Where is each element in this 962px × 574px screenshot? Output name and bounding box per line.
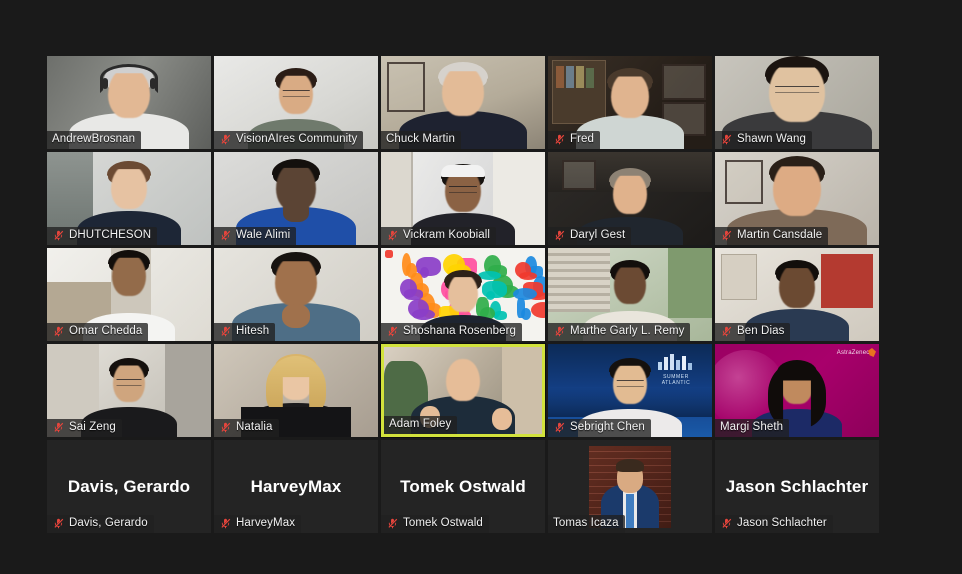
participant-tile[interactable]: Ben Dias bbox=[715, 248, 879, 341]
participant-name-label: Adam Foley bbox=[389, 418, 452, 430]
participant-tile[interactable]: Jason Schlachter Jason Schlachter bbox=[715, 440, 879, 533]
participant-name-label: Chuck Martin bbox=[386, 133, 455, 145]
participant-tile[interactable]: HarveyMax HarveyMax bbox=[214, 440, 378, 533]
name-plate: VisionAIres Community bbox=[214, 131, 364, 149]
participant-name-label: Hitesh bbox=[236, 325, 270, 337]
participant-name-label: Jason Schlachter bbox=[737, 517, 827, 529]
name-plate: Margi Sheth bbox=[715, 419, 790, 437]
participant-tile[interactable]: Marthe Garly L. Remy bbox=[548, 248, 712, 341]
mic-muted-icon bbox=[221, 134, 231, 145]
participant-name-label: Tomek Ostwald bbox=[403, 517, 483, 529]
name-plate: Omar Chedda bbox=[47, 323, 149, 341]
participant-name-label: Marthe Garly L. Remy bbox=[570, 325, 685, 337]
name-plate: Tomek Ostwald bbox=[381, 515, 489, 533]
participant-tile[interactable]: Martin Cansdale bbox=[715, 152, 879, 245]
participant-tile[interactable]: Hitesh bbox=[214, 248, 378, 341]
name-plate: AndrewBrosnan bbox=[47, 131, 142, 149]
name-plate: Jason Schlachter bbox=[715, 515, 833, 533]
mic-muted-icon bbox=[221, 230, 231, 241]
mic-muted-icon bbox=[54, 230, 64, 241]
name-plate: Hitesh bbox=[214, 323, 276, 341]
participant-tile[interactable]: VisionAIres Community bbox=[214, 56, 378, 149]
participant-name-label: Shawn Wang bbox=[737, 133, 806, 145]
mic-muted-icon bbox=[555, 422, 565, 433]
participant-tile[interactable]: Fred bbox=[548, 56, 712, 149]
mic-muted-icon bbox=[722, 230, 732, 241]
participant-tile[interactable]: Tomas Icaza bbox=[548, 440, 712, 533]
mic-muted-icon bbox=[221, 326, 231, 337]
participant-tile[interactable]: Sai Zeng bbox=[47, 344, 211, 437]
participant-name-label: Shoshana Rosenberg bbox=[403, 325, 517, 337]
mic-muted-icon bbox=[555, 134, 565, 145]
participant-name-label: Vickram Koobiall bbox=[403, 229, 491, 241]
participant-tile[interactable]: Chuck Martin bbox=[381, 56, 545, 149]
mic-muted-icon bbox=[722, 518, 732, 529]
participant-name-label: Davis, Gerardo bbox=[69, 517, 148, 529]
participant-tile[interactable]: DHUTCHESON bbox=[47, 152, 211, 245]
participant-tile[interactable]: AstraZeneca Margi Sheth bbox=[715, 344, 879, 437]
name-plate: DHUTCHESON bbox=[47, 227, 158, 245]
name-plate: Sebright Chen bbox=[548, 419, 651, 437]
name-plate: Daryl Gest bbox=[548, 227, 632, 245]
name-plate: Wale Alimi bbox=[214, 227, 297, 245]
mic-muted-icon bbox=[54, 518, 64, 529]
participant-tile[interactable]: AndrewBrosnan bbox=[47, 56, 211, 149]
participant-name-label: Omar Chedda bbox=[69, 325, 143, 337]
name-plate: Marthe Garly L. Remy bbox=[548, 323, 691, 341]
name-plate: Shawn Wang bbox=[715, 131, 812, 149]
name-plate: Fred bbox=[548, 131, 601, 149]
participant-tile[interactable]: Omar Chedda bbox=[47, 248, 211, 341]
mic-muted-icon bbox=[221, 518, 231, 529]
mic-muted-icon bbox=[555, 326, 565, 337]
participant-grid: AndrewBrosnan VisionAIres Community Chuck … bbox=[47, 56, 880, 533]
mic-muted-icon bbox=[54, 422, 64, 433]
participant-tile[interactable]: Tomek Ostwald Tomek Ostwald bbox=[381, 440, 545, 533]
participant-tile[interactable]: Daryl Gest bbox=[548, 152, 712, 245]
mic-muted-icon bbox=[221, 422, 231, 433]
participant-name-label: Fred bbox=[570, 133, 595, 145]
participant-tile[interactable]: Vickram Koobiall bbox=[381, 152, 545, 245]
zoom-gallery-view: AndrewBrosnan VisionAIres Community Chuck … bbox=[0, 0, 962, 574]
participant-name-label: Natalia bbox=[236, 421, 273, 433]
participant-tile[interactable]: Wale Alimi bbox=[214, 152, 378, 245]
participant-name-label: Sai Zeng bbox=[69, 421, 116, 433]
participant-tile[interactable]: Natalia bbox=[214, 344, 378, 437]
name-plate: Shoshana Rosenberg bbox=[381, 323, 523, 341]
name-plate: Martin Cansdale bbox=[715, 227, 829, 245]
participant-name-label: DHUTCHESON bbox=[69, 229, 152, 241]
name-plate: Vickram Koobiall bbox=[381, 227, 497, 245]
mic-muted-icon bbox=[388, 326, 398, 337]
mic-muted-icon bbox=[722, 326, 732, 337]
mic-muted-icon bbox=[722, 134, 732, 145]
participant-name-label: VisionAIres Community bbox=[236, 133, 358, 145]
participant-name-label: Wale Alimi bbox=[236, 229, 291, 241]
participant-name-label: AndrewBrosnan bbox=[52, 133, 136, 145]
participant-name-label: Martin Cansdale bbox=[737, 229, 823, 241]
participant-tile[interactable]: Shoshana Rosenberg bbox=[381, 248, 545, 341]
participant-name-label: Margi Sheth bbox=[720, 421, 784, 433]
name-plate: Chuck Martin bbox=[381, 131, 461, 149]
mic-muted-icon bbox=[54, 326, 64, 337]
name-plate: Ben Dias bbox=[715, 323, 791, 341]
name-plate: Davis, Gerardo bbox=[47, 515, 154, 533]
participant-tile[interactable]: SUMMER ATLANTIC Sebright Chen bbox=[548, 344, 712, 437]
participant-name-label: HarveyMax bbox=[236, 517, 296, 529]
participant-name-label: Daryl Gest bbox=[570, 229, 626, 241]
name-plate: Adam Foley bbox=[384, 416, 458, 434]
mic-muted-icon bbox=[388, 518, 398, 529]
name-plate: HarveyMax bbox=[214, 515, 302, 533]
participant-name-label: Sebright Chen bbox=[570, 421, 645, 433]
name-plate: Sai Zeng bbox=[47, 419, 122, 437]
participant-tile[interactable]: Shawn Wang bbox=[715, 56, 879, 149]
name-plate: Natalia bbox=[214, 419, 279, 437]
participant-tile[interactable]: Adam Foley bbox=[381, 344, 545, 437]
participant-tile[interactable]: Davis, Gerardo Davis, Gerardo bbox=[47, 440, 211, 533]
mic-muted-icon bbox=[388, 230, 398, 241]
mic-muted-icon bbox=[555, 230, 565, 241]
participant-name-label: Ben Dias bbox=[737, 325, 785, 337]
participant-name-label: Tomas Icaza bbox=[553, 517, 619, 529]
name-plate: Tomas Icaza bbox=[548, 515, 625, 533]
